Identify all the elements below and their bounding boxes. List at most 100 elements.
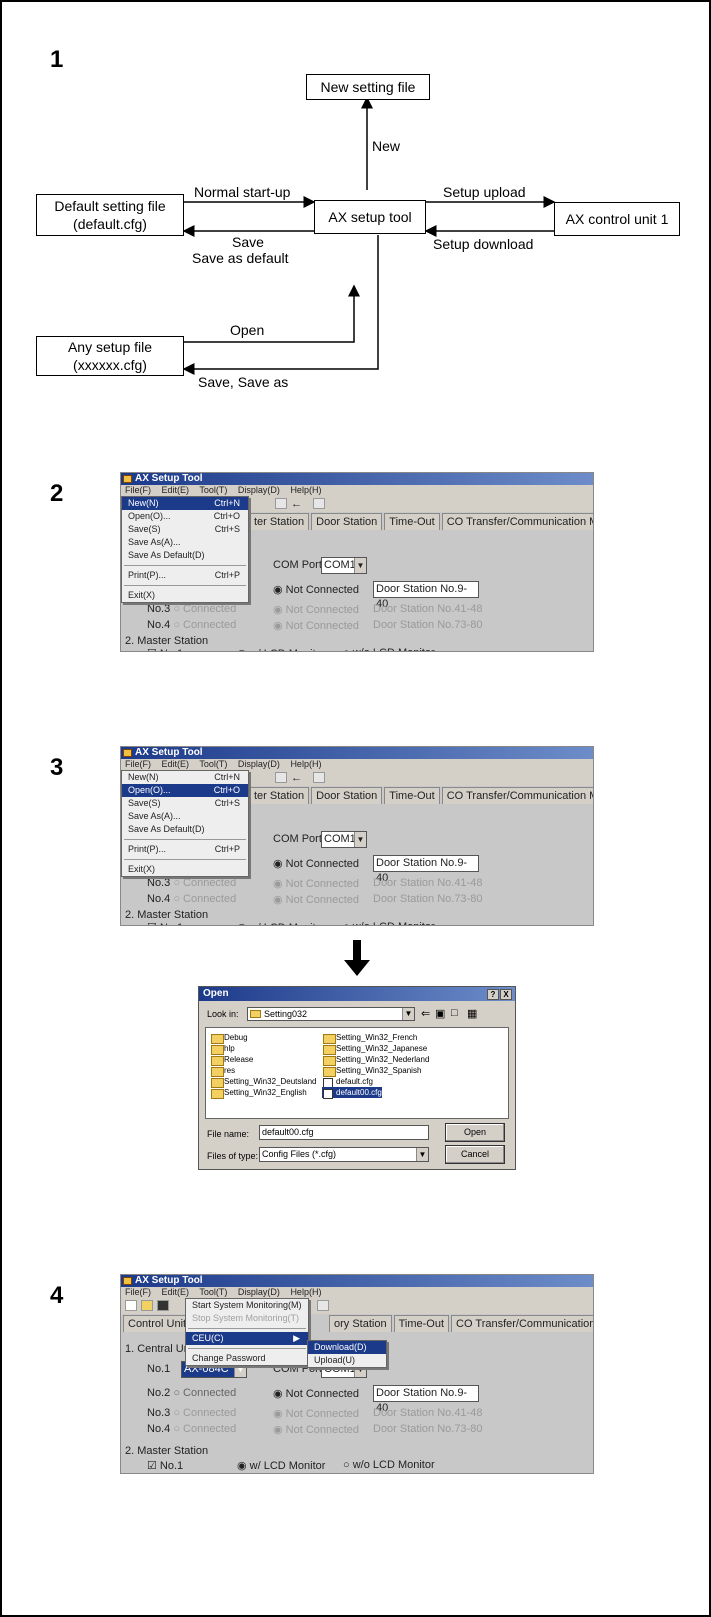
menu-file[interactable]: File(F): [125, 1287, 151, 1297]
no4-not-connected-radio[interactable]: ◉ Not Connected: [273, 1423, 359, 1436]
radio-not-connected[interactable]: ◉ Not Connected: [273, 857, 359, 870]
menu-item-download[interactable]: Download(D): [308, 1341, 386, 1354]
tab-co-transfer[interactable]: CO Transfer/Communication Method: [451, 1315, 593, 1332]
menu-edit[interactable]: Edit(E): [162, 485, 190, 495]
w-lcd-radio[interactable]: ◉ w/ LCD Monitor: [237, 647, 325, 651]
tab-co-transfer[interactable]: CO Transfer/Communication Method: [441, 787, 593, 804]
help-icon[interactable]: [313, 498, 325, 509]
open-folder-icon[interactable]: [141, 1300, 153, 1311]
view-menu-icon[interactable]: ▦: [467, 1007, 477, 1020]
list-item[interactable]: Release: [210, 1054, 253, 1066]
list-item-selected[interactable]: default00.cfg: [322, 1087, 382, 1099]
print-icon[interactable]: [275, 772, 287, 783]
close-button[interactable]: X: [500, 989, 512, 1000]
menu-file[interactable]: File(F): [125, 485, 151, 495]
chevron-down-icon[interactable]: ▼: [416, 1148, 428, 1161]
tab-time-out[interactable]: Time-Out: [384, 513, 440, 530]
menu-item-save-as[interactable]: Save As(A)...: [122, 536, 248, 549]
tab-master-station[interactable]: ter Station: [249, 787, 310, 804]
open-button[interactable]: Open: [445, 1123, 505, 1142]
radio-not-connected[interactable]: ◉ Not Connected: [273, 1387, 359, 1400]
list-item[interactable]: Setting_Win32_Deutsland: [210, 1076, 317, 1088]
cancel-button[interactable]: Cancel: [445, 1145, 505, 1164]
list-item[interactable]: Setting_Win32_English: [210, 1087, 307, 1099]
no3-not-connected-radio[interactable]: ◉ Not Connected: [273, 1407, 359, 1420]
chevron-down-icon[interactable]: ▼: [402, 1008, 414, 1020]
new-file-icon[interactable]: [125, 1300, 137, 1311]
menu-help[interactable]: Help(H): [290, 1287, 321, 1297]
menu-item-upload[interactable]: Upload(U): [308, 1354, 386, 1367]
up-folder-icon[interactable]: ▣: [435, 1007, 445, 1020]
list-item[interactable]: Debug: [210, 1032, 248, 1044]
menu-tool[interactable]: Tool(T): [199, 485, 227, 495]
menu-display[interactable]: Display(D): [238, 485, 280, 495]
menu-help[interactable]: Help(H): [290, 759, 321, 769]
menu-item-print[interactable]: Print(P)... Ctrl+P: [122, 569, 248, 582]
tab-door-station[interactable]: Door Station: [311, 787, 383, 804]
menu-item-save[interactable]: Save(S) Ctrl+S: [122, 523, 248, 536]
menu-item-exit[interactable]: Exit(X): [122, 589, 248, 602]
menu-display[interactable]: Display(D): [238, 759, 280, 769]
menu-item-save-as[interactable]: Save As(A)...: [122, 810, 248, 823]
chevron-down-icon[interactable]: ▼: [354, 832, 366, 847]
menu-help[interactable]: Help(H): [290, 485, 321, 495]
menu-item-exit[interactable]: Exit(X): [122, 863, 248, 876]
file-name-input[interactable]: default00.cfg: [259, 1125, 429, 1140]
menu-item-open[interactable]: Open(O)... Ctrl+O: [122, 784, 248, 797]
list-item[interactable]: Setting_Win32_Japanese: [322, 1043, 427, 1055]
list-item[interactable]: res: [210, 1065, 235, 1077]
menu-item-save-as-default[interactable]: Save As Default(D): [122, 549, 248, 562]
menu-item-start-monitoring[interactable]: Start System Monitoring(M): [186, 1299, 308, 1312]
help-button[interactable]: ?: [487, 989, 499, 1000]
menu-item-open[interactable]: Open(O)... Ctrl+O: [122, 510, 248, 523]
menu-item-print[interactable]: Print(P)... Ctrl+P: [122, 843, 248, 856]
master-no1-checkbox[interactable]: ☑ No.1: [147, 921, 183, 925]
print-icon[interactable]: [275, 498, 287, 509]
back-icon[interactable]: ←: [291, 498, 303, 510]
com-port-select[interactable]: COM1 ▼: [321, 557, 367, 574]
list-item[interactable]: Setting_Win32_Spanish: [322, 1065, 421, 1077]
tab-door-station[interactable]: Door Station: [311, 513, 383, 530]
back-icon[interactable]: ⇐: [421, 1007, 430, 1020]
w-lcd-radio[interactable]: ◉ w/ LCD Monitor: [237, 1459, 325, 1472]
menu-item-save-as-default[interactable]: Save As Default(D): [122, 823, 248, 836]
tab-time-out[interactable]: Time-Out: [384, 787, 440, 804]
wo-lcd-radio[interactable]: ○ w/o LCD Monitor: [343, 1459, 435, 1471]
help-icon[interactable]: [313, 772, 325, 783]
w-lcd-radio[interactable]: ◉ w/ LCD Monitor: [237, 921, 325, 925]
menu-item-save[interactable]: Save(S) Ctrl+S: [122, 797, 248, 810]
menu-item-change-password[interactable]: Change Password: [186, 1352, 308, 1365]
tab-master-station[interactable]: ter Station: [249, 513, 310, 530]
menu-item-new[interactable]: New(N) Ctrl+N: [122, 497, 248, 510]
no3-not-connected-radio[interactable]: ◉ Not Connected: [273, 603, 359, 616]
look-in-select[interactable]: Setting032 ▼: [247, 1007, 415, 1021]
radio-not-connected[interactable]: ◉ Not Connected: [273, 583, 359, 596]
master-no1-checkbox[interactable]: ☑ No.1: [147, 1459, 183, 1472]
com-port-select[interactable]: COM1 ▼: [321, 831, 367, 848]
list-item[interactable]: hlp: [210, 1043, 235, 1055]
no4-not-connected-radio[interactable]: ◉ Not Connected: [273, 619, 359, 632]
tab-time-out[interactable]: Time-Out: [393, 1315, 450, 1332]
save-icon[interactable]: [157, 1300, 169, 1311]
files-of-type-select[interactable]: Config Files (*.cfg) ▼: [259, 1147, 429, 1162]
menu-display[interactable]: Display(D): [238, 1287, 280, 1297]
master-no1-checkbox[interactable]: ☑ No.1: [147, 647, 183, 651]
no3-not-connected-radio[interactable]: ◉ Not Connected: [273, 877, 359, 890]
back-icon[interactable]: ←: [291, 772, 303, 784]
menu-item-new[interactable]: New(N) Ctrl+N: [122, 771, 248, 784]
new-folder-icon[interactable]: □: [451, 1007, 458, 1019]
menu-edit[interactable]: Edit(E): [162, 759, 190, 769]
wo-lcd-radio[interactable]: ○ w/o LCD Monitor: [343, 647, 435, 651]
list-item[interactable]: Setting_Win32_French: [322, 1032, 417, 1044]
help-icon[interactable]: [317, 1300, 329, 1311]
menu-edit[interactable]: Edit(E): [162, 1287, 190, 1297]
menu-file[interactable]: File(F): [125, 759, 151, 769]
menu-item-ceu[interactable]: CEU(C) ▶: [186, 1332, 308, 1345]
list-item[interactable]: default.cfg: [322, 1076, 373, 1088]
no4-not-connected-radio[interactable]: ◉ Not Connected: [273, 893, 359, 906]
tab-control-unit[interactable]: Control Unit: [123, 1315, 192, 1332]
chevron-down-icon[interactable]: ▼: [354, 558, 366, 573]
list-item[interactable]: Setting_Win32_Nederland: [322, 1054, 429, 1066]
menu-tool[interactable]: Tool(T): [199, 759, 227, 769]
wo-lcd-radio[interactable]: ○ w/o LCD Monitor: [343, 921, 435, 925]
